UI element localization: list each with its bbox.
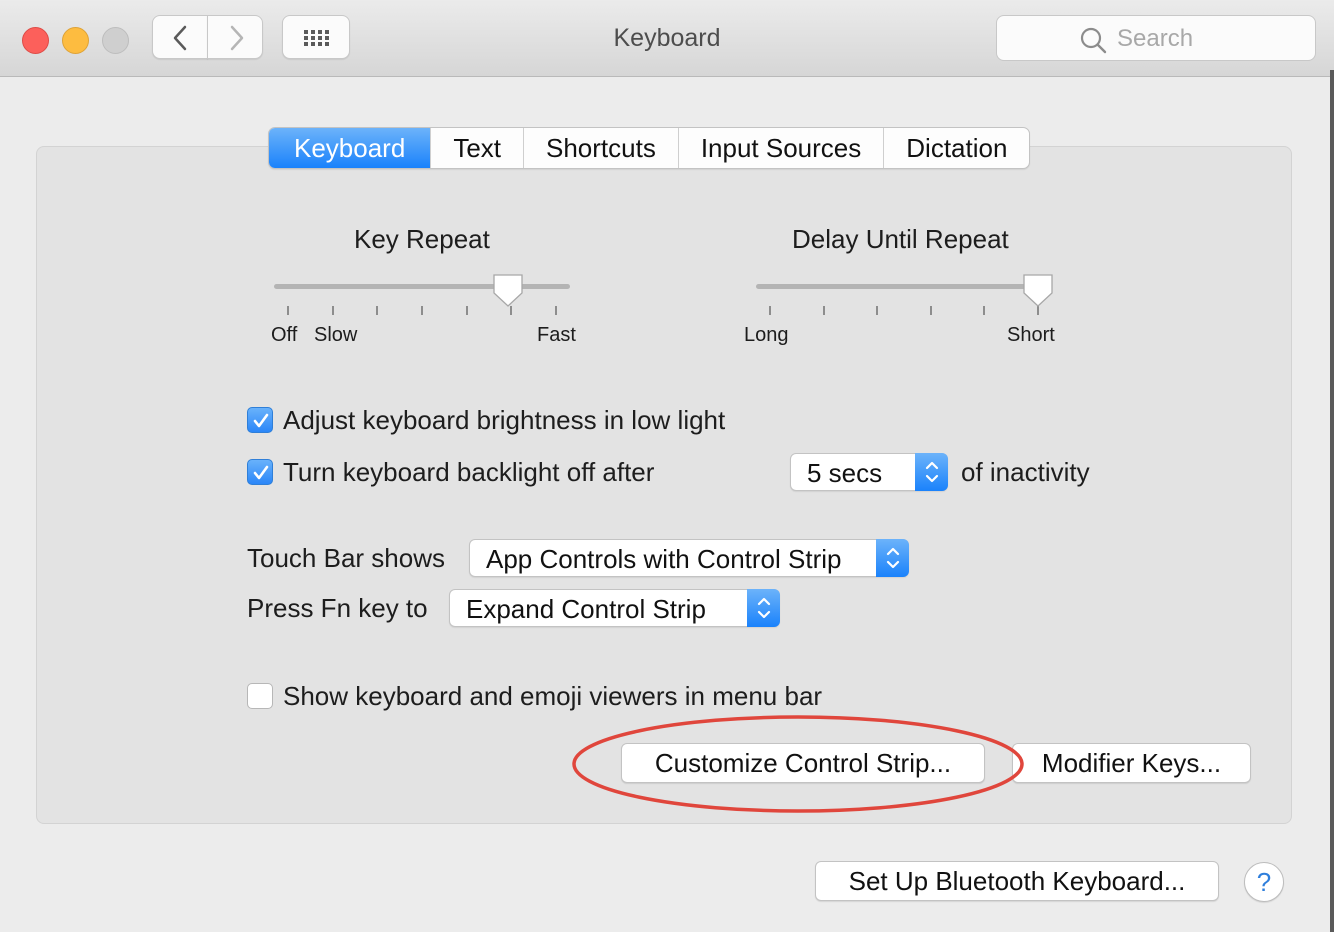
updown-chevron-icon xyxy=(925,461,939,483)
search-field[interactable]: Search xyxy=(996,15,1316,61)
window-edge xyxy=(1330,70,1334,932)
help-button[interactable]: ? xyxy=(1244,862,1284,902)
checkmark-icon xyxy=(253,465,269,480)
key-repeat-track[interactable] xyxy=(274,284,570,289)
tab-dictation[interactable]: Dictation xyxy=(883,128,1029,168)
popup-arrows xyxy=(876,539,909,577)
delay-until-repeat-track[interactable] xyxy=(756,284,1052,289)
updown-chevron-icon xyxy=(886,547,900,569)
backlight-timeout-value: 5 secs xyxy=(807,458,883,488)
modifier-keys-button[interactable]: Modifier Keys... xyxy=(1012,743,1251,783)
emoji-viewers-label: Show keyboard and emoji viewers in menu … xyxy=(283,681,823,711)
slider-tick xyxy=(376,306,379,315)
slider-tick xyxy=(929,306,932,315)
slider-tick xyxy=(465,306,468,315)
updown-chevron-icon xyxy=(757,597,771,619)
key-repeat-label-off: Off xyxy=(271,324,298,346)
title-bar: Keyboard Search xyxy=(0,0,1334,77)
adjust-brightness-label: Adjust keyboard brightness in low light xyxy=(283,405,726,435)
popup-arrows xyxy=(747,589,780,627)
key-repeat-label-fast: Fast xyxy=(537,324,576,346)
set-up-bluetooth-keyboard-button[interactable]: Set Up Bluetooth Keyboard... xyxy=(815,861,1219,901)
tab-keyboard[interactable]: Keyboard xyxy=(269,128,431,168)
backlight-off-checkbox[interactable] xyxy=(247,459,273,485)
slider-tick xyxy=(876,306,879,315)
backlight-timeout-popup[interactable]: 5 secs xyxy=(790,453,948,491)
tab-shortcuts[interactable]: Shortcuts xyxy=(523,128,678,168)
checkmark-icon xyxy=(253,413,269,428)
delay-until-repeat-title: Delay Until Repeat xyxy=(792,224,1009,254)
tab-bar: Keyboard Text Shortcuts Input Sources Di… xyxy=(268,127,1031,169)
slider-tick xyxy=(983,306,986,315)
delay-label-long: Long xyxy=(744,324,789,346)
tab-text[interactable]: Text xyxy=(430,128,523,168)
popup-arrows xyxy=(915,453,948,491)
slider-tick xyxy=(331,306,334,315)
emoji-viewers-checkbox[interactable] xyxy=(247,683,273,709)
key-repeat-slider-knob[interactable] xyxy=(491,273,525,309)
delay-until-repeat-slider-knob[interactable] xyxy=(1021,273,1055,309)
key-repeat-label-slow: Slow xyxy=(314,324,358,346)
touch-bar-value: App Controls with Control Strip xyxy=(486,544,842,574)
slider-tick xyxy=(822,306,825,315)
inactivity-label: of inactivity xyxy=(961,457,1090,487)
adjust-brightness-checkbox[interactable] xyxy=(247,407,273,433)
fn-key-value: Expand Control Strip xyxy=(466,594,706,624)
slider-tick xyxy=(769,306,771,315)
tab-input-sources[interactable]: Input Sources xyxy=(677,128,883,168)
slider-tick xyxy=(555,306,557,315)
backlight-off-label: Turn keyboard backlight off after xyxy=(283,457,655,487)
search-placeholder: Search xyxy=(1117,25,1194,52)
annotation-circle xyxy=(572,715,1024,813)
delay-label-short: Short xyxy=(1007,324,1055,346)
slider-tick xyxy=(287,306,289,315)
touch-bar-popup[interactable]: App Controls with Control Strip xyxy=(469,539,909,577)
key-repeat-title: Key Repeat xyxy=(354,224,490,254)
search-icon xyxy=(1080,27,1107,54)
slider-tick xyxy=(421,306,423,315)
touch-bar-label: Touch Bar shows xyxy=(247,543,445,573)
fn-key-popup[interactable]: Expand Control Strip xyxy=(449,589,780,627)
fn-key-label: Press Fn key to xyxy=(247,593,428,623)
